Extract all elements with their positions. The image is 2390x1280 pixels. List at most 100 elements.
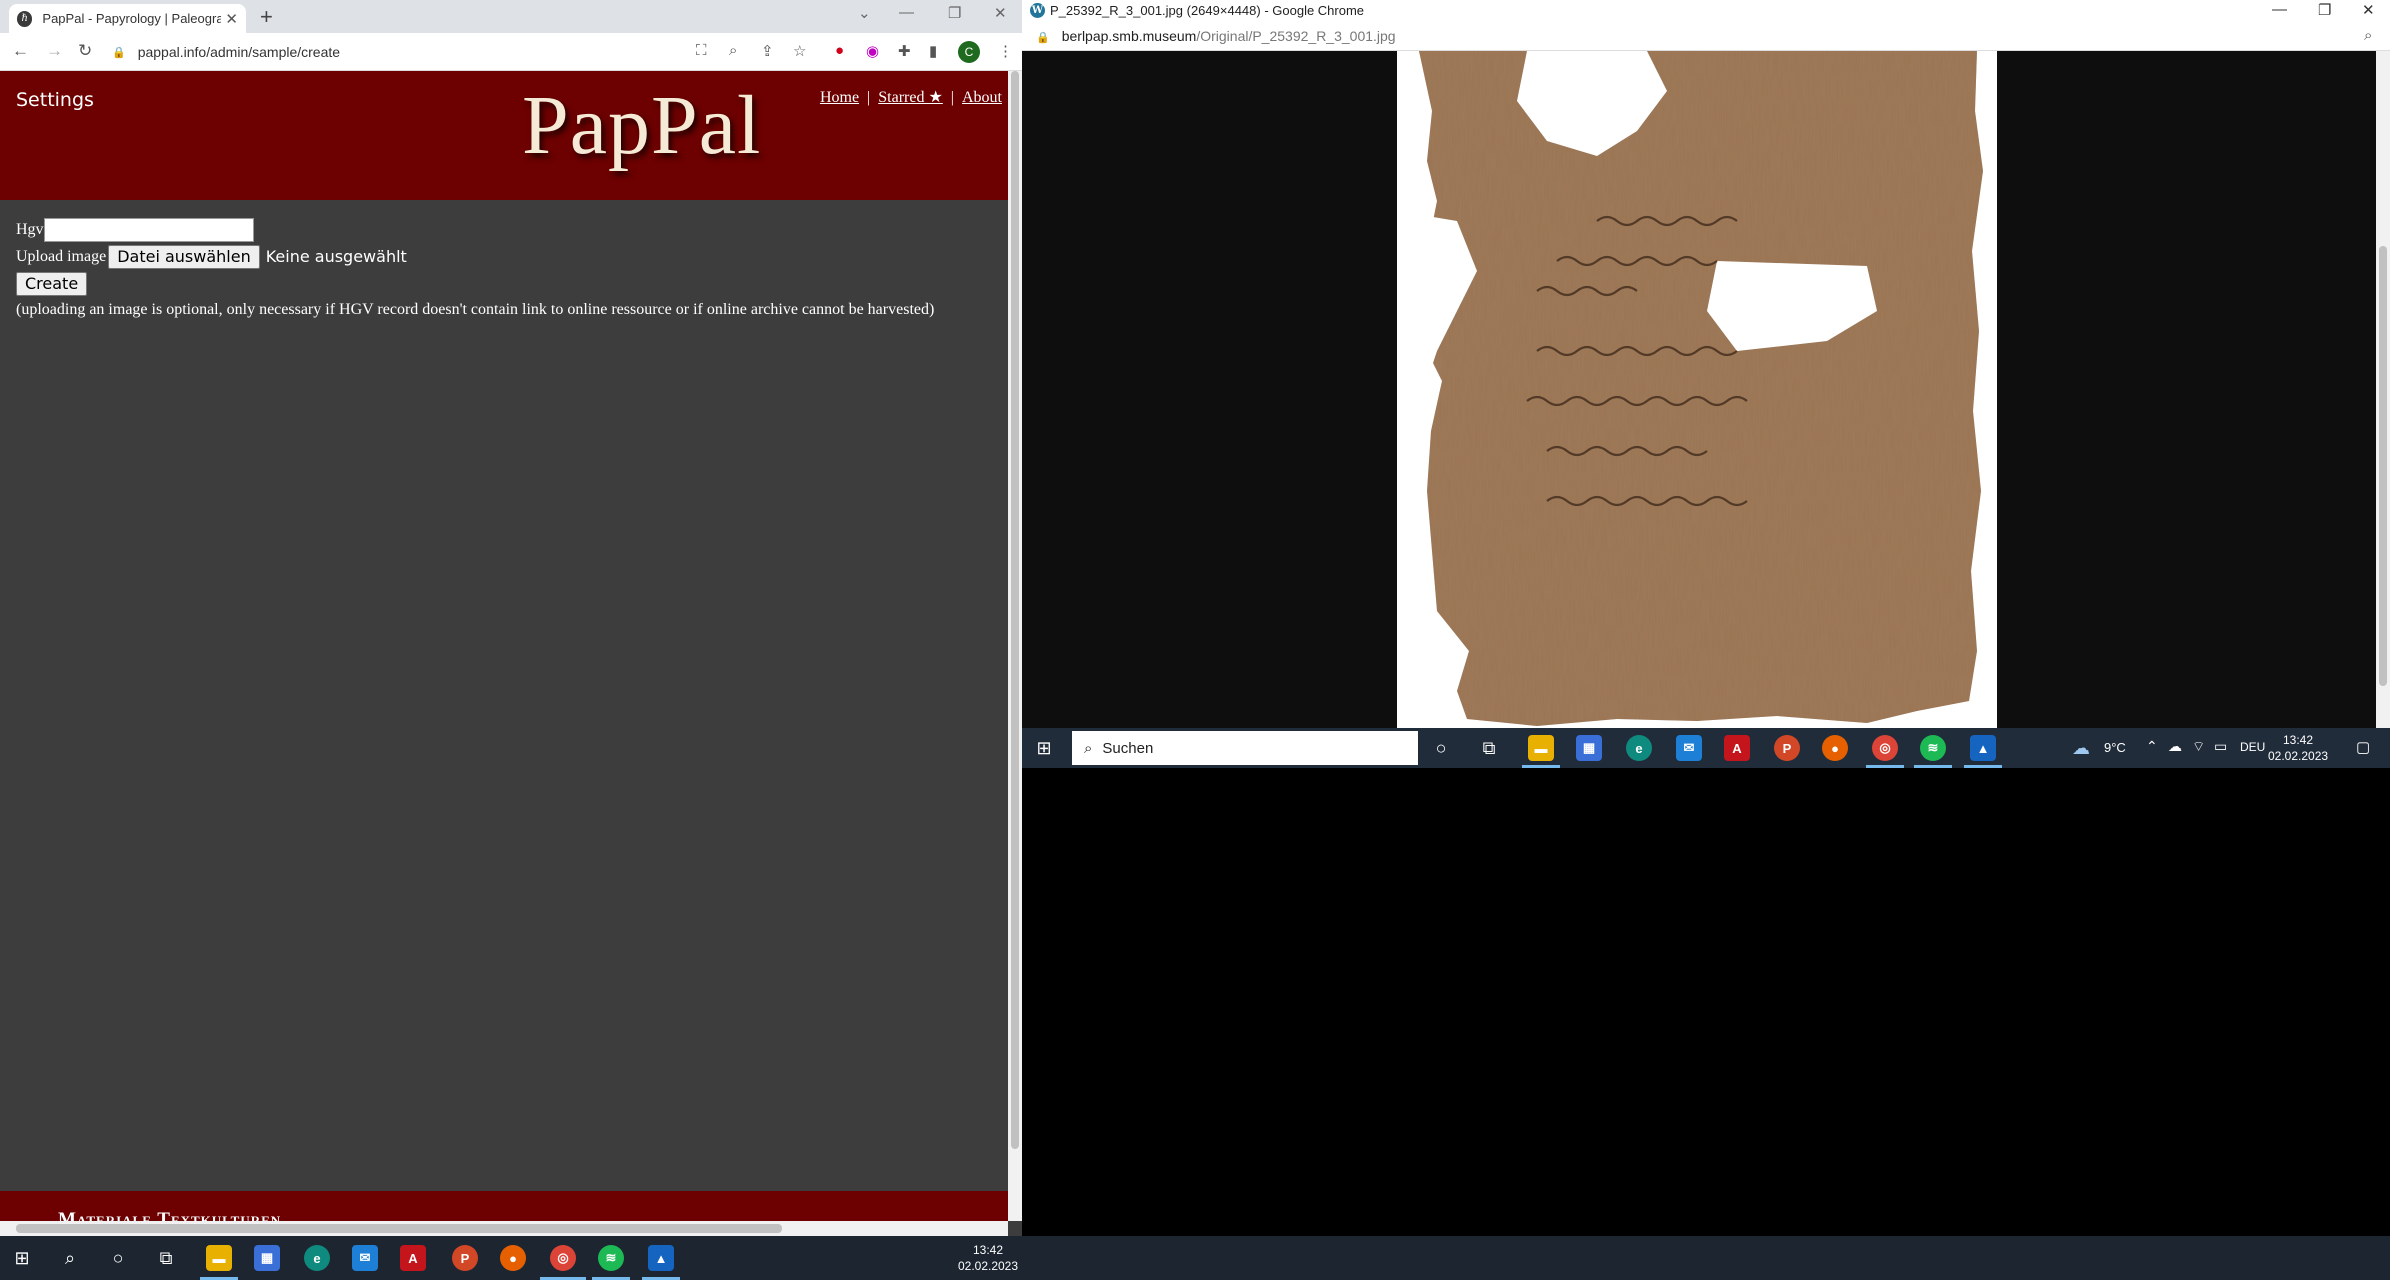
extensions-puzzle-icon[interactable]: ✚ (898, 42, 911, 60)
chevron-up-icon[interactable]: ⌃ (2146, 738, 2158, 755)
spotify-icon[interactable]: ≋ (598, 1245, 624, 1271)
papyrus-image[interactable] (1397, 51, 1997, 728)
menu-kebab-icon[interactable]: ⋮ (998, 42, 1013, 60)
powerpoint-icon[interactable]: P (1774, 735, 1800, 761)
mail-icon[interactable]: ✉ (1676, 735, 1702, 761)
extension-purple-icon[interactable]: ◉ (866, 42, 879, 60)
chrome-icon[interactable]: ◎ (1872, 735, 1898, 761)
zoom-icon[interactable]: ⌕ (729, 42, 737, 59)
notifications-icon[interactable]: ▢ (2356, 738, 2370, 756)
minimize-icon[interactable]: — (2272, 1, 2287, 18)
lock-icon: 🔒 (112, 46, 126, 59)
file-explorer-icon[interactable]: ▬ (1528, 735, 1554, 761)
site-footer: Materiale Textkulturen (0, 1191, 1008, 1221)
search-icon[interactable]: ⌕ (58, 1246, 82, 1270)
vertical-scrollbar[interactable] (2376, 51, 2390, 728)
vertical-scrollbar[interactable] (1008, 71, 1022, 1221)
nav-about-link[interactable]: About (962, 89, 1002, 106)
taskbar-clock[interactable]: 13:42 02.02.2023 (956, 1242, 1020, 1274)
tab-search-icon[interactable]: ⌄ (858, 4, 871, 22)
active-indicator (1522, 765, 1560, 768)
tab-strip: ℏ PapPal - Papyrology | Paleograph ✕ + ⌄… (0, 0, 1022, 33)
windows-start-icon[interactable]: ⊞ (10, 1246, 34, 1270)
create-button[interactable]: Create (16, 271, 88, 296)
secondary-taskbar: ⊞ ⌕ Suchen ○ ⧉ ▬ ▦ e ✉ A P ● ◎ ≋ ▲ ☁ 9°C… (1022, 728, 2390, 768)
lock-icon: 🔒 (1036, 32, 1050, 44)
nav-starred-link[interactable]: Starred ★ (878, 89, 943, 106)
edge-icon[interactable]: e (1626, 735, 1652, 761)
main-taskbar: ⊞ ⌕ ○ ⧉ ▬ ▦ e ✉ A P ● ◎ ≋ ▲ 13:42 02.02.… (0, 1236, 2390, 1280)
create-sample-form: Hgv Upload image Datei auswählen Keine a… (16, 216, 934, 319)
task-view-icon[interactable]: ⧉ (154, 1246, 178, 1270)
window-title: P_25392_R_3_001.jpg (2649×4448) - Google… (1050, 3, 1365, 18)
cortana-icon[interactable]: ○ (1426, 736, 1456, 760)
close-tab-icon[interactable]: ✕ (225, 10, 238, 28)
close-window-icon[interactable]: ✕ (994, 4, 1007, 22)
language-indicator[interactable]: DEU (2240, 740, 2265, 754)
right-browser-window: W P_25392_R_3_001.jpg (2649×4448) - Goog… (1022, 0, 2390, 768)
side-panel-icon[interactable]: ▮ (929, 42, 937, 60)
taskbar-clock[interactable]: 13:42 02.02.2023 (2268, 732, 2328, 764)
url-host: berlpap.smb.museum (1061, 28, 1197, 44)
onedrive-icon[interactable]: ☁ (2168, 738, 2182, 755)
settings-link[interactable]: Settings (16, 89, 94, 111)
photos-icon[interactable]: ▲ (1970, 735, 1996, 761)
firefox-icon[interactable]: ● (500, 1245, 526, 1271)
acrobat-icon[interactable]: A (400, 1245, 426, 1271)
store-icon[interactable]: ▦ (1576, 735, 1602, 761)
clock-date: 02.02.2023 (957, 1259, 1019, 1273)
bookmark-star-icon[interactable]: ☆ (793, 42, 806, 60)
share-icon[interactable]: ⇪ (761, 42, 774, 60)
cortana-icon[interactable]: ○ (106, 1246, 130, 1270)
upload-note: (uploading an image is optional, only ne… (16, 301, 935, 318)
horizontal-scrollbar[interactable] (0, 1221, 1008, 1236)
weather-cloud-icon[interactable]: ☁ (2072, 738, 2090, 759)
active-indicator (1964, 765, 2002, 768)
powerpoint-icon[interactable]: P (452, 1245, 478, 1271)
chrome-icon[interactable]: ◎ (550, 1245, 576, 1271)
battery-icon[interactable]: ▭ (2214, 738, 2227, 755)
mail-icon[interactable]: ✉ (352, 1245, 378, 1271)
close-window-icon[interactable]: ✕ (2362, 1, 2375, 19)
task-view-icon[interactable]: ⧉ (1474, 736, 1504, 760)
clock-date: 02.02.2023 (2268, 749, 2329, 763)
nav-separator: | (950, 89, 954, 106)
windows-start-icon[interactable]: ⊞ (1032, 736, 1056, 760)
horizontal-scroll-thumb[interactable] (16, 1224, 782, 1233)
clock-time: 13:42 (2282, 733, 2314, 747)
nav-home-link[interactable]: Home (820, 89, 859, 106)
store-icon[interactable]: ▦ (254, 1245, 280, 1271)
new-tab-icon[interactable]: + (260, 4, 273, 30)
vertical-scroll-thumb[interactable] (2379, 246, 2387, 686)
edge-icon[interactable]: e (304, 1245, 330, 1271)
weather-temp[interactable]: 9°C (2104, 740, 2126, 755)
spotify-icon[interactable]: ≋ (1920, 735, 1946, 761)
file-explorer-icon[interactable]: ▬ (206, 1245, 232, 1271)
extension-red-icon[interactable]: ● (835, 42, 844, 59)
zoom-icon[interactable]: ⌕ (2364, 27, 2372, 44)
active-indicator (1866, 765, 1904, 768)
profile-avatar[interactable]: C (958, 41, 980, 63)
minimize-icon[interactable]: — (899, 4, 914, 21)
search-placeholder: Suchen (1102, 739, 1154, 757)
acrobat-icon[interactable]: A (1724, 735, 1750, 761)
restore-icon[interactable]: ❐ (948, 4, 961, 22)
choose-file-button[interactable]: Datei auswählen (108, 244, 260, 269)
translate-icon[interactable]: ⛶ (696, 42, 707, 59)
address-bar[interactable]: 🔒 berlpap.smb.museum/Original/P_25392_R_3… (1022, 22, 2390, 51)
browser-tab[interactable]: ℏ PapPal - Papyrology | Paleograph ✕ (9, 4, 246, 33)
firefox-icon[interactable]: ● (1822, 735, 1848, 761)
address-bar[interactable]: 🔒 pappal.info/admin/sample/create (112, 38, 712, 66)
taskbar-search[interactable]: ⌕ Suchen (1072, 731, 1418, 765)
reload-icon[interactable]: ↻ (78, 41, 92, 61)
photos-icon[interactable]: ▲ (648, 1245, 674, 1271)
vertical-scroll-thumb[interactable] (1011, 71, 1019, 1149)
active-indicator (1914, 765, 1952, 768)
restore-icon[interactable]: ❐ (2318, 1, 2331, 19)
hgv-input[interactable] (43, 217, 254, 242)
back-icon[interactable]: ← (12, 41, 29, 61)
hgv-label: Hgv (16, 220, 44, 238)
network-icon[interactable]: ⌔ (2192, 738, 2205, 756)
forward-icon[interactable]: → (46, 41, 63, 61)
site-favicon-icon: ℏ (17, 10, 33, 27)
